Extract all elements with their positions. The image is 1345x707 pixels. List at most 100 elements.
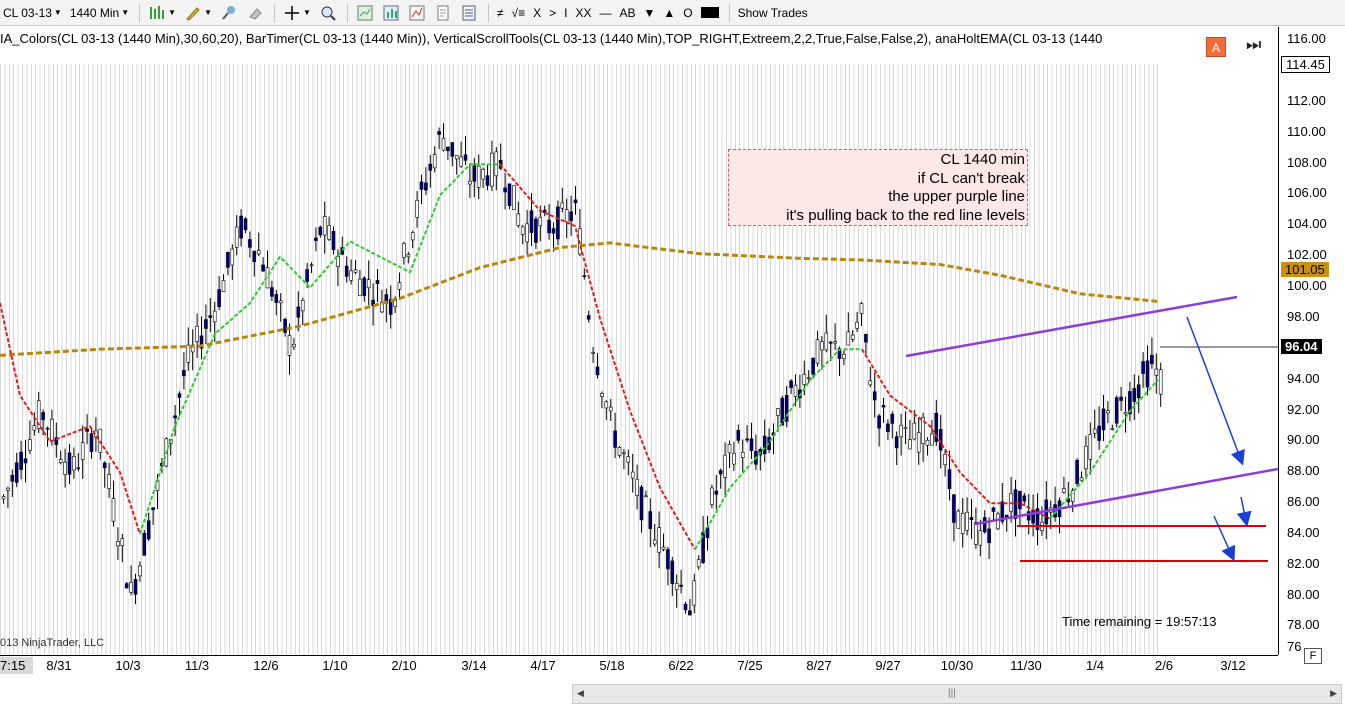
time-axis[interactable]: 8/31 10/3 11/3 12/6 1/10 2/10 3/14 4/17 … (0, 655, 1278, 678)
f-button[interactable]: F (1304, 648, 1322, 664)
candle-body (912, 422, 917, 440)
forecast-arrow-84[interactable] (1236, 496, 1252, 527)
candle-body (45, 427, 50, 430)
y-tick: 90.00 (1287, 432, 1320, 447)
draw-fib-tool[interactable]: √≡ (509, 2, 529, 24)
zoom-button[interactable] (316, 2, 340, 24)
candle-body (212, 310, 217, 323)
draw-ellipse-tool[interactable]: O (680, 2, 695, 24)
y-tick: 100.00 (1287, 278, 1327, 293)
scroll-left-icon[interactable]: ◀ (577, 688, 584, 699)
a-button[interactable]: A (1206, 37, 1226, 57)
show-trades-button[interactable]: Show Trades (735, 2, 811, 24)
candle-body (705, 527, 710, 539)
candle-body (248, 239, 252, 248)
price-axis[interactable]: 116.00 114.45 112.00 110.00 108.00 106.0… (1278, 27, 1345, 655)
draw-arrow-up-tool[interactable]: ▲ (660, 2, 678, 24)
candle-body (296, 306, 301, 318)
candle-body (960, 512, 965, 534)
period-selector[interactable]: 1440 Min ▼ (67, 2, 132, 24)
candle-body (776, 408, 780, 416)
candle-body (1022, 495, 1027, 502)
data-box-icon (462, 5, 476, 20)
candle-body (842, 353, 846, 359)
candle-body (50, 418, 54, 442)
y-tick: 92.00 (1287, 402, 1320, 417)
instrument-label: CL 03-13 (3, 5, 52, 20)
candle-body (14, 462, 19, 483)
divider (273, 3, 275, 22)
chart-properties-button[interactable] (353, 2, 377, 24)
draw-pencil-button[interactable]: ▼ (181, 2, 215, 24)
draw-rectangle-tool[interactable] (698, 2, 722, 24)
candle-body (727, 444, 732, 454)
candle-body (19, 451, 23, 470)
forecast-arrow-82[interactable] (1213, 515, 1236, 562)
draw-vline-tool[interactable]: I (561, 2, 570, 24)
candle-body (639, 486, 644, 521)
magnifier-icon (321, 6, 336, 21)
candle-body (683, 603, 688, 611)
candle-body (243, 218, 248, 231)
draw-arrow-tool[interactable]: > (546, 2, 559, 24)
instrument-selector[interactable]: CL 03-13 ▼ (0, 2, 65, 24)
x-tick: 8/31 (46, 658, 72, 673)
candle-body (890, 413, 895, 424)
candle-body (476, 165, 481, 188)
candle-body (529, 210, 534, 233)
draw-text-tool[interactable]: AB (616, 2, 638, 24)
draw-arrow-down-tool[interactable]: ▼ (641, 2, 659, 24)
candle-body (991, 507, 996, 512)
candle-body (824, 332, 829, 351)
candle-body (234, 226, 239, 248)
candle-body (899, 424, 903, 438)
eraser-button[interactable] (243, 2, 267, 24)
price-chart-panel[interactable]: IA_Colors(CL 03-13 (1440 Min),30,60,20),… (0, 27, 1278, 667)
candle-body (314, 237, 318, 242)
tool-label: ▼ (643, 5, 656, 20)
candle-body (481, 169, 485, 180)
candle-body (613, 430, 617, 448)
candle-body (287, 335, 292, 356)
bar-type-button[interactable]: ▼ (145, 2, 179, 24)
bar-chart-icon (150, 5, 165, 19)
candle-body (1075, 459, 1079, 484)
candle-body (820, 341, 824, 351)
draw-hline-tool[interactable]: — (596, 2, 614, 24)
y-tick: 116.00 (1287, 31, 1326, 46)
y-tick: 98.00 (1287, 309, 1320, 324)
candle-body (146, 520, 151, 540)
candle-body (472, 165, 477, 182)
scroll-grip-icon[interactable]: ||| (948, 688, 956, 699)
tool-label: I (564, 5, 568, 20)
x-tick: 3/12 (1220, 658, 1246, 673)
chart-annotation[interactable]: CL 1440 min if CL can't break the upper … (728, 149, 1028, 226)
ema-fast-segment (861, 348, 1051, 520)
skip-forward-icon[interactable]: ⏭ (1246, 35, 1261, 55)
pin-button[interactable] (217, 2, 241, 24)
candle-body (974, 522, 978, 545)
x-tick: 11/3 (184, 658, 210, 673)
draw-xx-tool[interactable]: XX (572, 2, 594, 24)
candle-body (710, 487, 714, 505)
candle-body (72, 456, 76, 471)
candle-body (507, 183, 512, 207)
indicators-button[interactable] (379, 2, 403, 24)
candle-body (978, 530, 983, 546)
horizontal-scrollbar[interactable]: ◀ ||| ▶ (572, 684, 1342, 704)
draw-ray-tool[interactable]: ≠ (494, 2, 507, 24)
templates-button[interactable] (431, 2, 455, 24)
crosshair-button[interactable]: ▼ (280, 2, 314, 24)
draw-cross-tool[interactable]: X (530, 2, 544, 24)
candle-body (358, 278, 362, 296)
candle-body (604, 401, 609, 409)
strategies-button[interactable] (405, 2, 429, 24)
candle-body (129, 582, 133, 593)
data-box-button[interactable] (457, 2, 481, 24)
candle-body (204, 319, 208, 329)
candle-body (402, 243, 406, 258)
candle-body (674, 582, 679, 590)
forecast-arrow-main[interactable] (1186, 316, 1245, 466)
scroll-right-icon[interactable]: ▶ (1330, 688, 1337, 699)
candle-body (608, 406, 613, 412)
